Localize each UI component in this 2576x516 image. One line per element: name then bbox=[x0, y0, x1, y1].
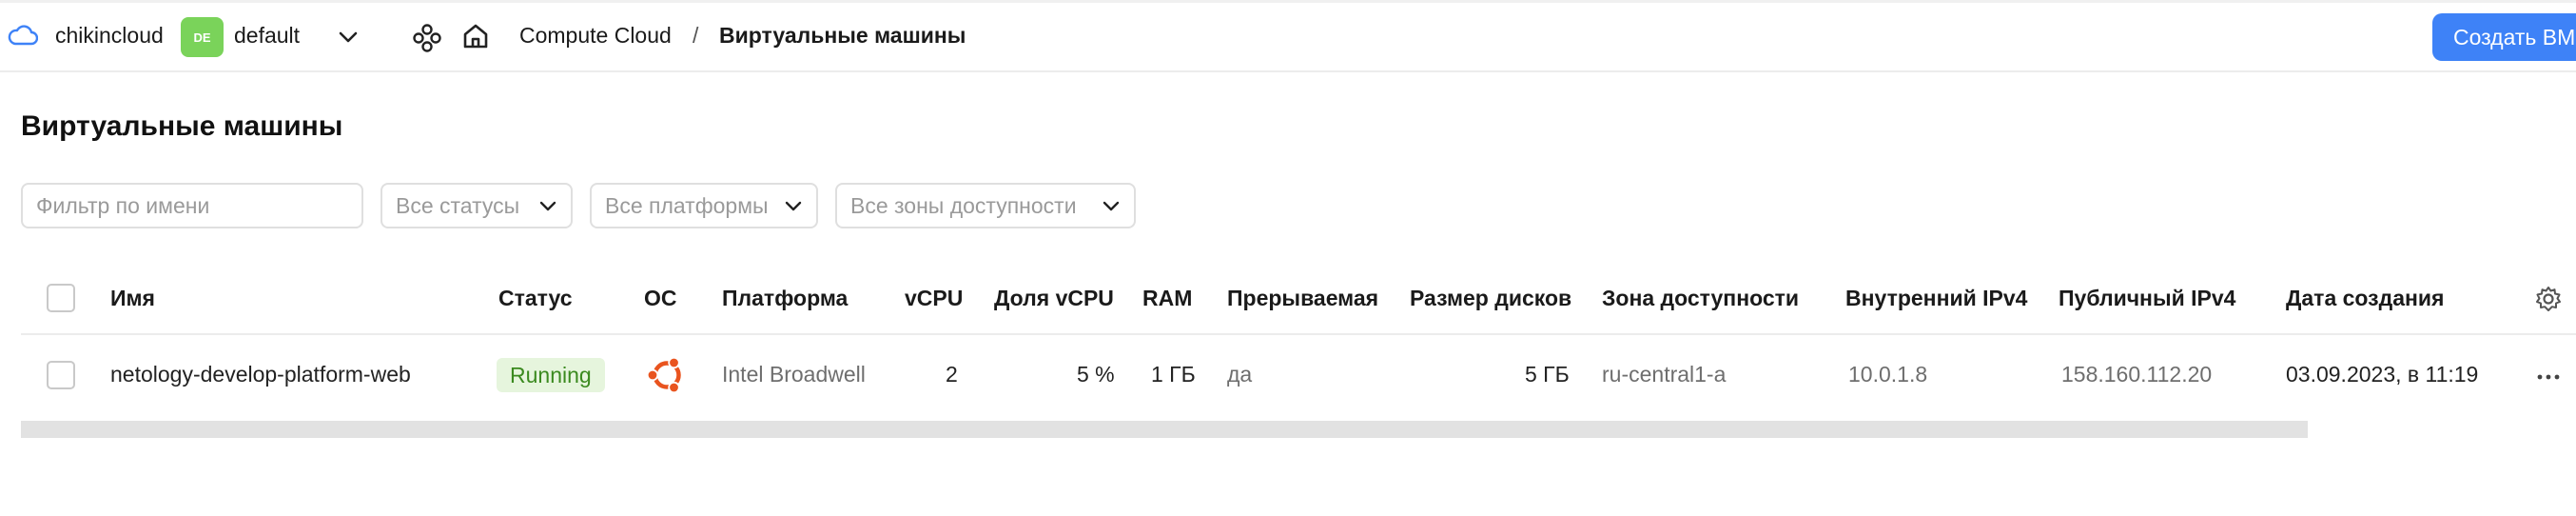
internal-ipv4-cell: 10.0.1.8 bbox=[1848, 362, 1928, 387]
vm-name-link[interactable]: netology-develop-platform-web bbox=[110, 362, 411, 387]
zone-filter-select[interactable]: Все зоны доступности bbox=[835, 183, 1136, 228]
column-header-public-ipv4[interactable]: Публичный IPv4 bbox=[2059, 286, 2235, 311]
create-vm-button[interactable]: Создать ВМ bbox=[2432, 13, 2576, 61]
chevron-down-icon[interactable] bbox=[337, 27, 360, 48]
created-date-cell: 03.09.2023, в 11:19 bbox=[2286, 362, 2479, 387]
chevron-down-icon bbox=[539, 201, 556, 211]
vcpu-cell: 2 bbox=[946, 362, 958, 387]
column-header-vcpu-share[interactable]: Доля vCPU bbox=[994, 286, 1114, 311]
status-filter-select[interactable]: Все статусы bbox=[381, 183, 573, 228]
folder-name[interactable]: default bbox=[234, 23, 300, 49]
horizontal-scrollbar[interactable] bbox=[21, 421, 2308, 438]
status-badge: Running bbox=[497, 358, 605, 392]
name-filter-field[interactable] bbox=[21, 183, 363, 228]
column-header-name[interactable]: Имя bbox=[110, 286, 155, 311]
more-icon[interactable] bbox=[2534, 363, 2563, 391]
gear-icon[interactable] bbox=[2534, 285, 2563, 313]
table-header-divider bbox=[21, 333, 2576, 335]
chevron-down-icon bbox=[785, 201, 802, 211]
page-title: Виртуальные машины bbox=[21, 110, 343, 142]
folder-badge[interactable]: DE bbox=[181, 17, 224, 57]
zone-cell: ru-central1-a bbox=[1602, 362, 1727, 387]
breadcrumb-service[interactable]: Compute Cloud bbox=[519, 23, 672, 49]
disk-size-cell: 5 ГБ bbox=[1525, 362, 1570, 387]
platform-cell: Intel Broadwell bbox=[722, 362, 866, 387]
org-name[interactable]: chikincloud bbox=[55, 23, 164, 49]
select-all-checkbox[interactable] bbox=[47, 284, 75, 312]
platform-filter-value: Все платформы bbox=[605, 192, 769, 218]
column-header-ram[interactable]: RAM bbox=[1142, 286, 1192, 311]
breadcrumb-current: Виртуальные машины bbox=[719, 23, 966, 48]
ubuntu-icon bbox=[646, 356, 681, 394]
zone-filter-value: Все зоны доступности bbox=[850, 192, 1077, 218]
services-icon[interactable] bbox=[412, 23, 442, 53]
home-icon[interactable] bbox=[460, 21, 491, 51]
ram-cell: 1 ГБ bbox=[1151, 362, 1196, 387]
platform-filter-select[interactable]: Все платформы bbox=[590, 183, 818, 228]
column-header-status[interactable]: Статус bbox=[498, 286, 573, 311]
app-header: chikincloud DE default Compute Cloud / В… bbox=[0, 0, 2576, 72]
column-header-vcpu[interactable]: vCPU bbox=[905, 286, 963, 311]
column-header-disk-size[interactable]: Размер дисков bbox=[1410, 286, 1571, 311]
chevron-down-icon bbox=[1103, 201, 1120, 211]
preemptible-cell: да bbox=[1227, 362, 1253, 387]
cloud-icon bbox=[8, 25, 38, 46]
public-ipv4-cell: 158.160.112.20 bbox=[2061, 362, 2213, 387]
column-header-preemptible[interactable]: Прерываемая bbox=[1227, 286, 1378, 311]
column-header-internal-ipv4[interactable]: Внутренний IPv4 bbox=[1845, 286, 2027, 311]
column-header-zone[interactable]: Зона доступности bbox=[1602, 286, 1799, 311]
name-filter-input[interactable] bbox=[36, 192, 361, 219]
status-filter-value: Все статусы bbox=[396, 192, 520, 218]
column-header-created[interactable]: Дата создания bbox=[2286, 286, 2444, 311]
column-header-platform[interactable]: Платформа bbox=[722, 286, 848, 311]
column-header-os[interactable]: ОС bbox=[644, 286, 677, 311]
row-checkbox[interactable] bbox=[47, 361, 75, 389]
vcpu-share-cell: 5 % bbox=[1077, 362, 1115, 387]
breadcrumb-separator: / bbox=[693, 23, 699, 48]
